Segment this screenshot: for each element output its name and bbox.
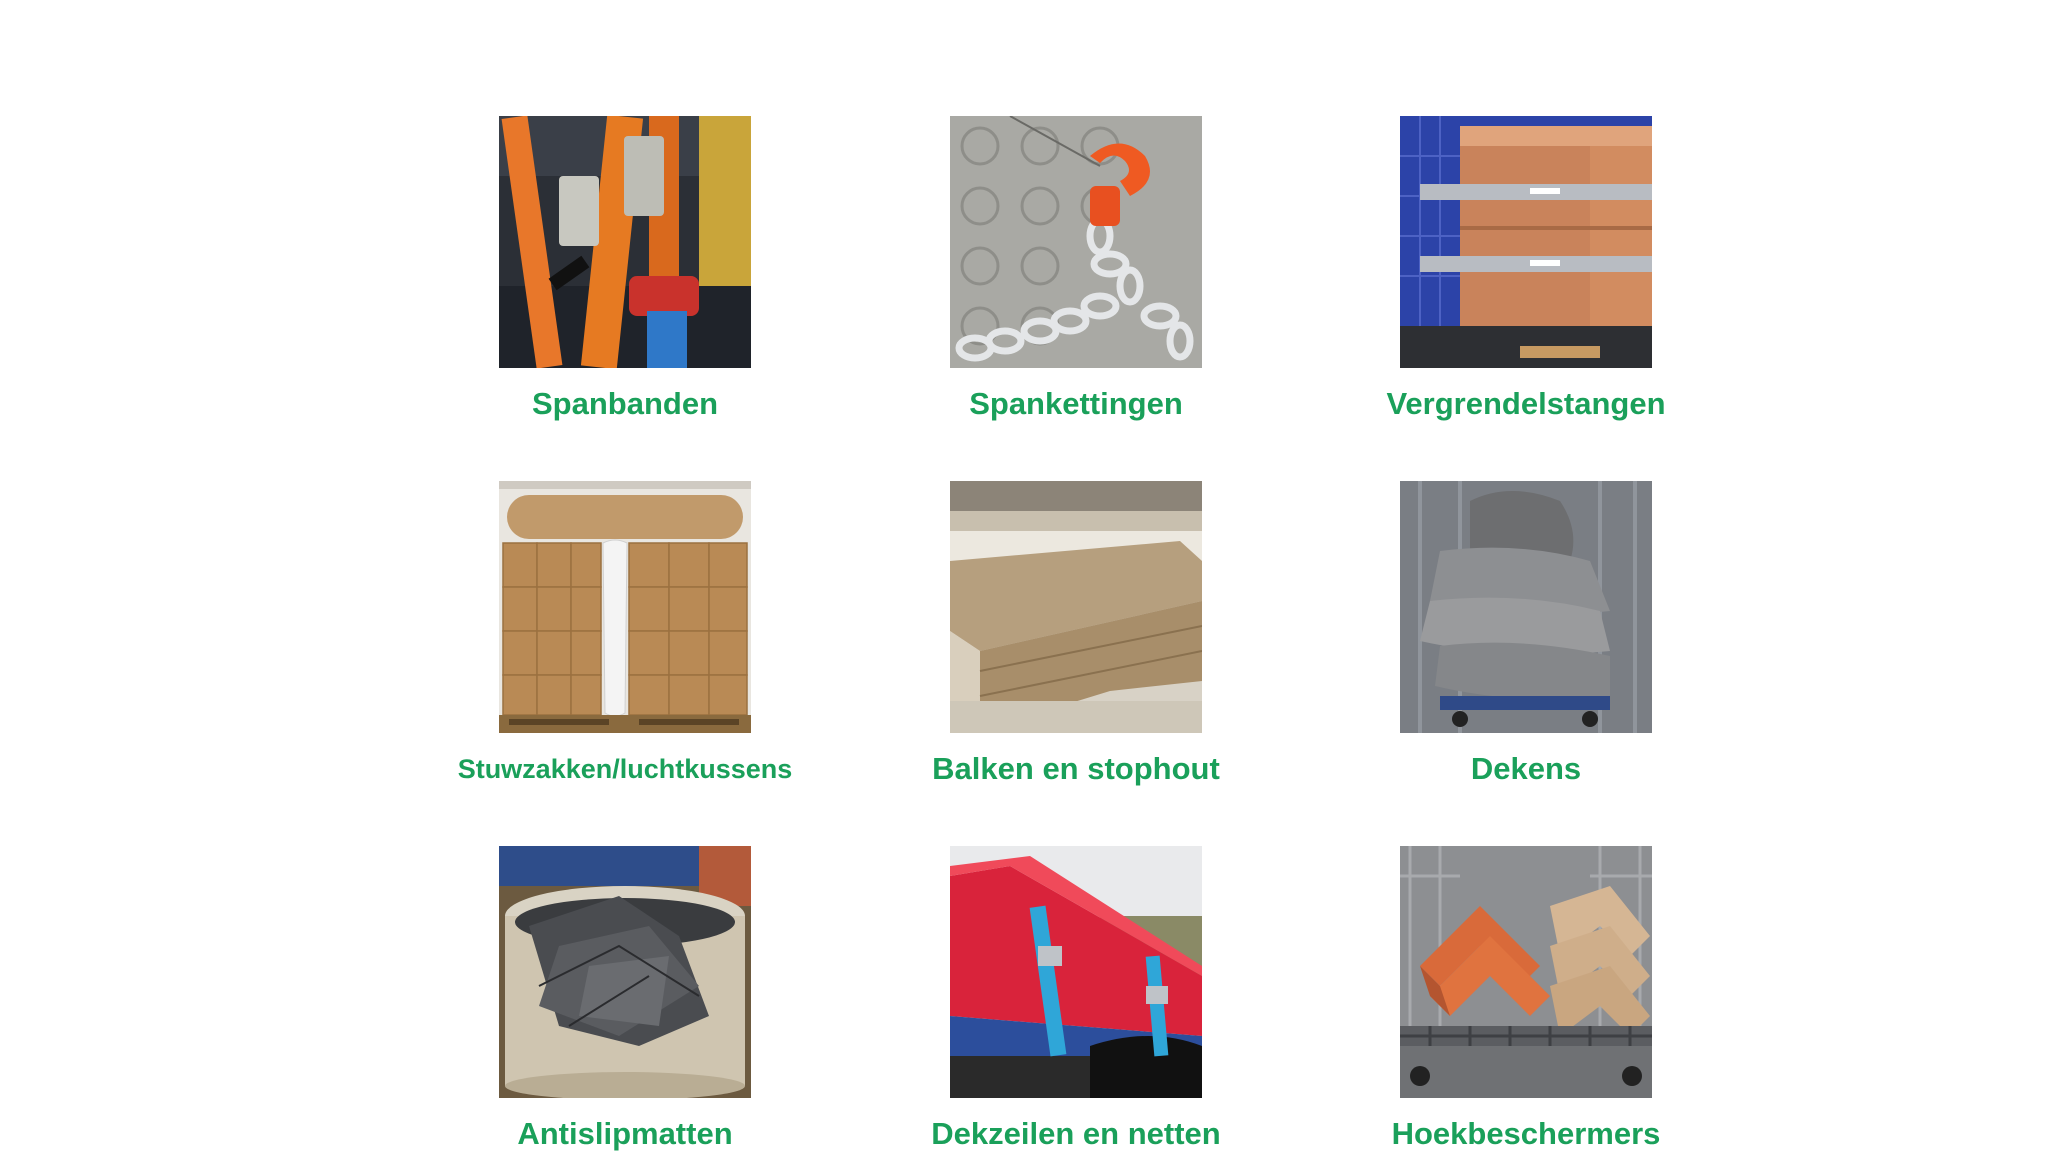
category-label[interactable]: Hoekbeschermers (1316, 1114, 1736, 1154)
category-tile-dekzeilen[interactable]: Dekzeilen en netten (866, 846, 1286, 1166)
category-label[interactable]: Dekens (1316, 749, 1736, 789)
category-label[interactable]: Balken en stophout (866, 749, 1286, 789)
ratchet-strap-photo[interactable] (499, 116, 751, 368)
category-tile-stuwzakken[interactable]: Stuwzakken/luchtkussens (415, 481, 835, 801)
moving-blanket-photo[interactable] (1400, 481, 1652, 733)
category-tile-vergrendelstangen[interactable]: Vergrendelstangen (1316, 116, 1736, 436)
category-tile-spankettingen[interactable]: Spankettingen (866, 116, 1286, 436)
corner-protector-photo[interactable] (1400, 846, 1652, 1098)
category-grid: Spanbanden Spankettingen Vergrendelstang… (0, 0, 2048, 1152)
tarpaulin-photo[interactable] (950, 846, 1202, 1098)
category-tile-spanbanden[interactable]: Spanbanden (415, 116, 835, 436)
category-tile-balken[interactable]: Balken en stophout (866, 481, 1286, 801)
category-label[interactable]: Antislipmatten (415, 1114, 835, 1154)
category-label[interactable]: Spanbanden (415, 384, 835, 424)
category-tile-antislipmatten[interactable]: Antislipmatten (415, 846, 835, 1166)
chain-hook-photo[interactable] (950, 116, 1202, 368)
category-label[interactable]: Stuwzakken/luchtkussens (415, 749, 835, 789)
category-label[interactable]: Spankettingen (866, 384, 1286, 424)
category-tile-dekens[interactable]: Dekens (1316, 481, 1736, 801)
timber-beam-photo[interactable] (950, 481, 1202, 733)
anti-slip-mat-photo[interactable] (499, 846, 751, 1098)
category-tile-hoekbeschermers[interactable]: Hoekbeschermers (1316, 846, 1736, 1166)
category-label[interactable]: Dekzeilen en netten (866, 1114, 1286, 1154)
locking-bar-photo[interactable] (1400, 116, 1652, 368)
category-label[interactable]: Vergrendelstangen (1316, 384, 1736, 424)
dunnage-bag-photo[interactable] (499, 481, 751, 733)
